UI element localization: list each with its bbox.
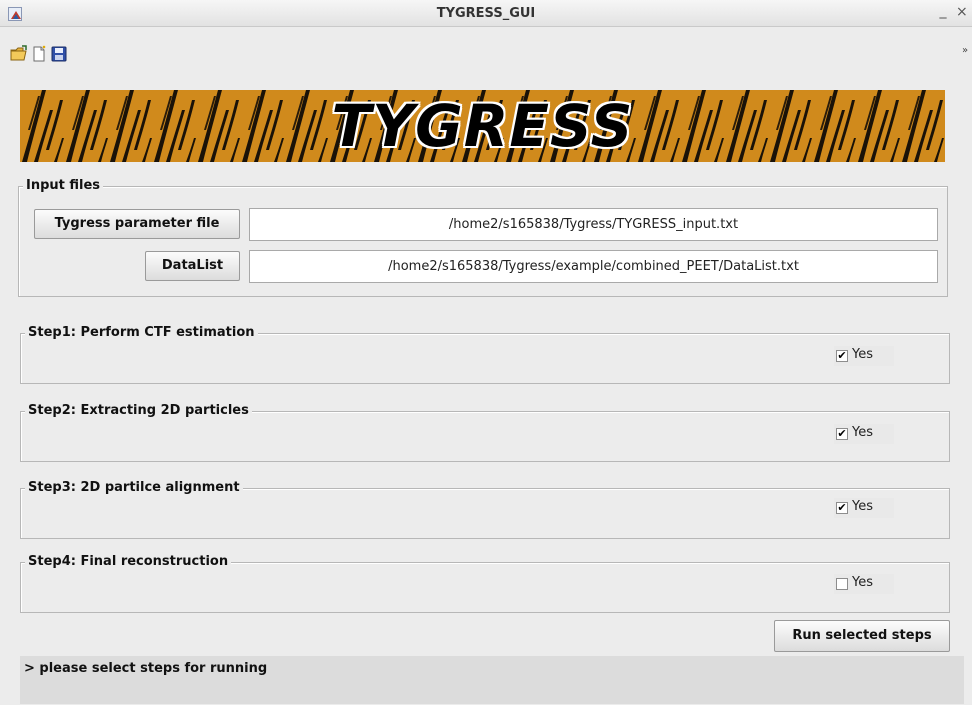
checkbox-box[interactable]: ✔ bbox=[836, 350, 848, 362]
step4-yes-checkbox[interactable]: Yes bbox=[834, 574, 894, 594]
step4-title: Step4: Final reconstruction bbox=[25, 554, 232, 569]
step3-title: Step3: 2D partilce alignment bbox=[25, 480, 243, 495]
window-title: TYGRESS_GUI bbox=[436, 6, 536, 21]
run-selected-steps-button[interactable]: Run selected steps bbox=[774, 620, 950, 652]
step3-yes-checkbox[interactable]: ✔ Yes bbox=[834, 498, 894, 518]
step1-yes-checkbox[interactable]: ✔ Yes bbox=[834, 346, 894, 366]
new-file-icon[interactable] bbox=[30, 45, 48, 63]
open-folder-icon[interactable] bbox=[10, 45, 28, 63]
step4-panel: Step4: Final reconstruction bbox=[20, 554, 950, 613]
close-button[interactable]: × bbox=[956, 4, 972, 22]
step2-panel: Step2: Extracting 2D particles bbox=[20, 403, 950, 462]
tygress-parameter-file-button[interactable]: Tygress parameter file bbox=[34, 209, 240, 239]
step3-panel: Step3: 2D partilce alignment bbox=[20, 480, 950, 539]
checkbox-box[interactable] bbox=[836, 578, 848, 590]
checkbox-label: Yes bbox=[852, 575, 873, 590]
status-message: > please select steps for running bbox=[20, 656, 964, 704]
banner-title: TYGRESS bbox=[331, 92, 634, 160]
tygress-window: TYGRESS_GUI _ × » TYGRESS Input files Ty… bbox=[0, 0, 972, 705]
datalist-button[interactable]: DataList bbox=[145, 251, 240, 281]
checkbox-box[interactable]: ✔ bbox=[836, 428, 848, 440]
toolbar-overflow-icon[interactable]: » bbox=[962, 45, 968, 56]
datalist-path-field[interactable]: /home2/s165838/Tygress/example/combined_… bbox=[249, 250, 938, 283]
minimize-button[interactable]: _ bbox=[936, 3, 950, 21]
save-icon[interactable] bbox=[50, 45, 68, 63]
input-files-title: Input files bbox=[23, 178, 104, 193]
title-bar[interactable]: TYGRESS_GUI _ × bbox=[0, 0, 972, 27]
checkbox-label: Yes bbox=[852, 347, 873, 362]
checkbox-label: Yes bbox=[852, 425, 873, 440]
parameter-file-path-field[interactable]: /home2/s165838/Tygress/TYGRESS_input.txt bbox=[249, 208, 938, 241]
step1-title: Step1: Perform CTF estimation bbox=[25, 325, 258, 340]
step2-yes-checkbox[interactable]: ✔ Yes bbox=[834, 424, 894, 444]
step1-panel: Step1: Perform CTF estimation bbox=[20, 325, 950, 384]
checkbox-label: Yes bbox=[852, 499, 873, 514]
toolbar: » bbox=[0, 27, 972, 71]
tygress-banner: TYGRESS bbox=[20, 90, 945, 162]
checkbox-box[interactable]: ✔ bbox=[836, 502, 848, 514]
step2-title: Step2: Extracting 2D particles bbox=[25, 403, 252, 418]
